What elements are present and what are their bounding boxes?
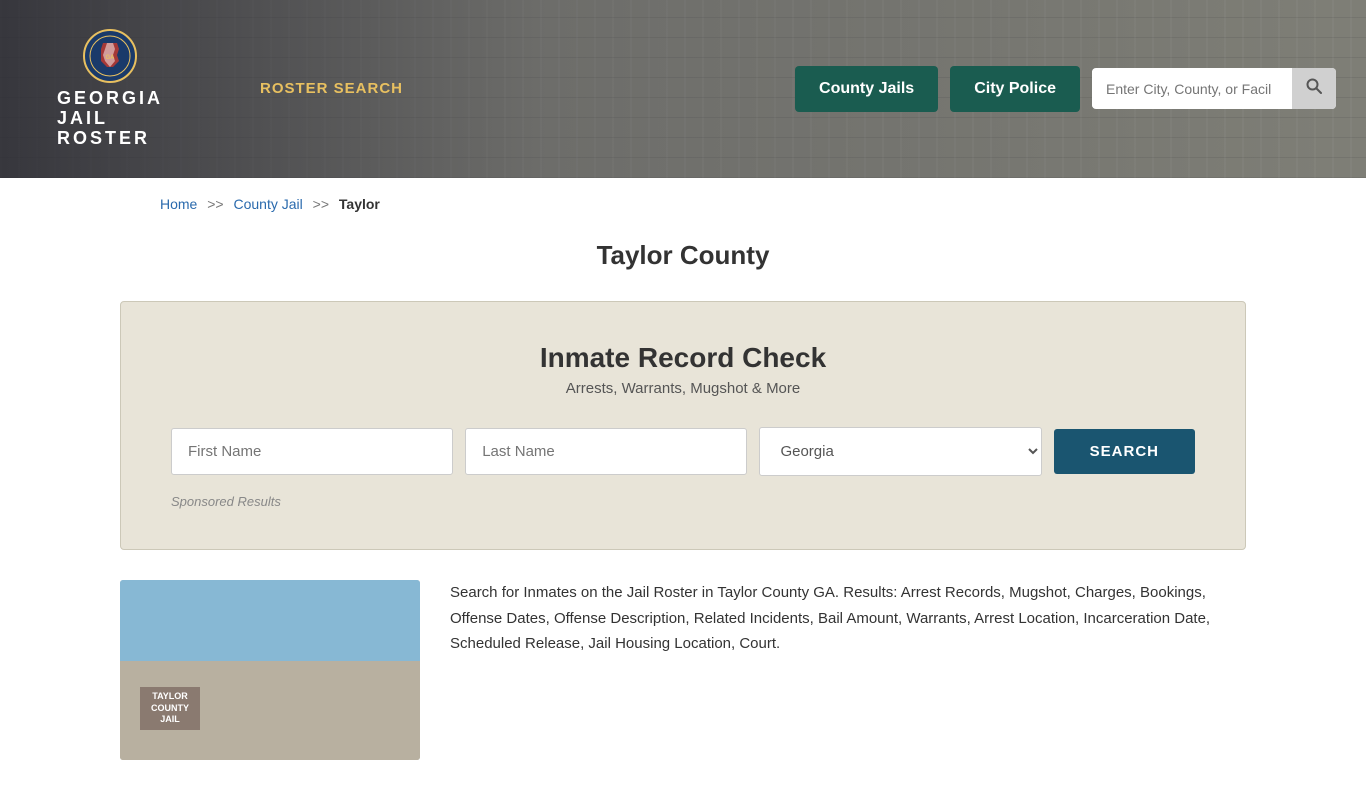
georgia-seal-icon: GA (83, 29, 137, 83)
breadcrumb-current: Taylor (339, 196, 380, 212)
header-right: County Jails City Police (795, 66, 1336, 112)
header-search-input[interactable] (1092, 71, 1292, 107)
roster-search-nav[interactable]: ROSTER SEARCH (260, 80, 403, 97)
facility-sign: TAYLOR COUNTY JAIL (140, 687, 200, 730)
first-name-input[interactable] (171, 428, 453, 475)
breadcrumb: Home >> County Jail >> Taylor (0, 178, 1366, 230)
site-logo[interactable]: GA GEORGIA JAIL ROSTER (30, 29, 190, 148)
logo-text-georgia: GEORGIA JAIL ROSTER (57, 89, 163, 148)
breadcrumb-home[interactable]: Home (160, 196, 197, 212)
city-police-button[interactable]: City Police (950, 66, 1080, 112)
facility-description: Search for Inmates on the Jail Roster in… (450, 580, 1246, 760)
breadcrumb-sep1: >> (207, 196, 223, 212)
sponsored-results-label: Sponsored Results (171, 494, 1195, 509)
header-banner: GA GEORGIA JAIL ROSTER ROSTER SEARCH Cou… (0, 0, 1366, 178)
search-icon (1306, 78, 1322, 94)
header-search-bar (1092, 68, 1336, 109)
record-check-title: Inmate Record Check (171, 342, 1195, 374)
bottom-content: TAYLOR COUNTY JAIL Search for Inmates on… (120, 580, 1246, 790)
breadcrumb-county-jail[interactable]: County Jail (234, 196, 303, 212)
header-content: GA GEORGIA JAIL ROSTER ROSTER SEARCH Cou… (0, 29, 1366, 148)
record-check-subtitle: Arrests, Warrants, Mugshot & More (171, 380, 1195, 397)
last-name-input[interactable] (465, 428, 747, 475)
facility-image-background: TAYLOR COUNTY JAIL (120, 580, 420, 760)
page-title: Taylor County (0, 240, 1366, 271)
breadcrumb-sep2: >> (313, 196, 329, 212)
record-check-box: Inmate Record Check Arrests, Warrants, M… (120, 301, 1246, 550)
record-check-form: AlabamaAlaskaArizonaArkansasCaliforniaCo… (171, 427, 1195, 476)
county-jails-button[interactable]: County Jails (795, 66, 938, 112)
facility-image: TAYLOR COUNTY JAIL (120, 580, 420, 760)
header-search-button[interactable] (1292, 68, 1336, 109)
state-select[interactable]: AlabamaAlaskaArizonaArkansasCaliforniaCo… (759, 427, 1041, 476)
svg-text:GA: GA (106, 55, 116, 61)
search-button[interactable]: SEARCH (1054, 429, 1195, 474)
